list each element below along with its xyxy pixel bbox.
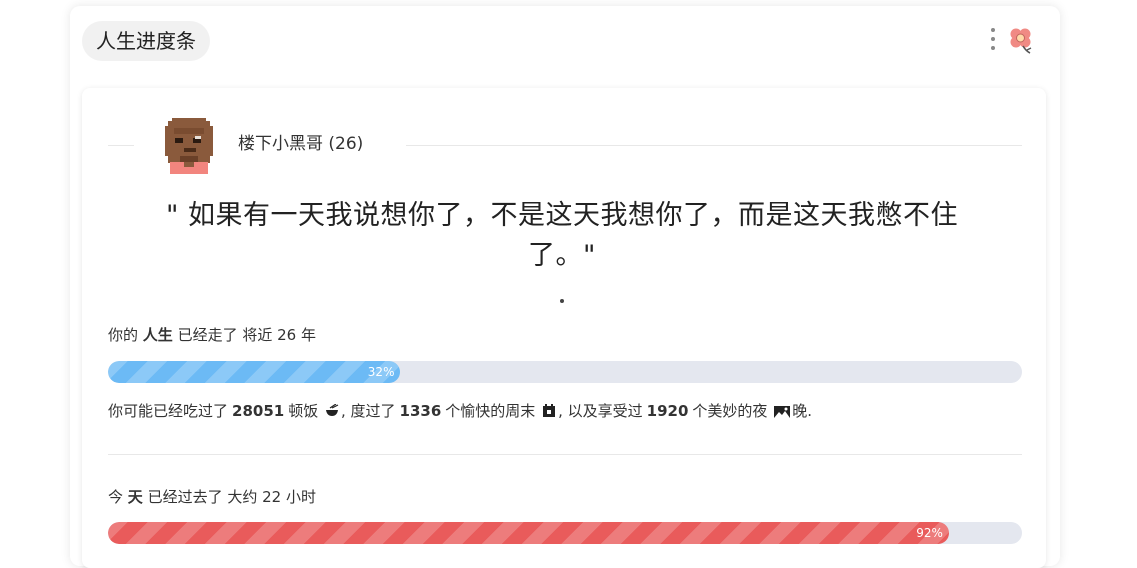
flower-icon[interactable] (1008, 24, 1034, 58)
progress-card: 楼下小黑哥 (26) " 如果有一天我说想你了，不是这天我想你了，而是这天我憋不… (82, 88, 1046, 568)
meals-count: 28051 (232, 402, 285, 420)
section-divider (108, 454, 1022, 455)
today-progress-bar: 92% (108, 522, 1022, 544)
nights-count: 1920 (646, 402, 689, 420)
life-stats: 你可能已经吃过了 28051 顿饭 , 度过了 1336 个愉快的周末 , 以及享受过 1… (108, 400, 812, 424)
life-label-keyword: 人生 (142, 326, 173, 344)
life-progress-percent: 32% (367, 365, 395, 379)
divider-right (406, 145, 1022, 146)
today-label-suffix: 已经过去了 大约 22 小时 (147, 488, 316, 506)
life-progress-bar: 32% (108, 361, 1022, 383)
divider-left (108, 145, 134, 146)
life-progress-label: 你的 人生 已经走了 将近 26 年 (108, 324, 316, 346)
stats-text-6: 个美妙的夜 (692, 402, 768, 420)
quote-line-1: " 如果有一天我说想你了，不是这天我想你了，而是这天我憋不住 (165, 200, 958, 231)
today-label-prefix: 今 (108, 488, 124, 506)
avatar (162, 118, 216, 174)
quote-line-2: 了。" (528, 240, 596, 271)
stats-text-1: 你可能已经吃过了 (108, 402, 229, 420)
night-scene-icon (774, 402, 791, 424)
today-progress-percent: 92% (916, 526, 943, 540)
kebab-vertical-icon[interactable] (988, 28, 998, 56)
today-progress-label: 今 天 已经过去了 大约 22 小时 (108, 486, 316, 508)
stats-text-5: , 以及享受过 (558, 402, 643, 420)
today-label-keyword: 天 (127, 488, 143, 506)
rice-bowl-icon (325, 402, 339, 424)
life-progress-fill: 32% (108, 361, 401, 383)
life-label-suffix: 已经走了 将近 26 年 (177, 326, 316, 344)
stats-text-2: 顿饭 (288, 402, 319, 420)
stats-text-3: , 度过了 (341, 402, 396, 420)
weekends-count: 1336 (399, 402, 442, 420)
calendar-icon (542, 402, 556, 424)
app-title: 人生进度条 (82, 21, 210, 61)
quote-text: " 如果有一天我说想你了，不是这天我想你了，而是这天我憋不住 了。" (122, 196, 1002, 276)
profile-name: 楼下小黑哥 (26) (238, 134, 364, 154)
separator-dot (560, 299, 564, 303)
app-panel: 人生进度条 楼下小黑哥 (26) " 如果有一天我说想你了，不是这天我想你了，而… (70, 6, 1060, 568)
life-label-prefix: 你的 (108, 326, 139, 344)
stats-text-7: 晚. (792, 402, 812, 420)
stats-text-4: 个愉快的周末 (445, 402, 536, 420)
today-progress-fill: 92% (108, 522, 949, 544)
